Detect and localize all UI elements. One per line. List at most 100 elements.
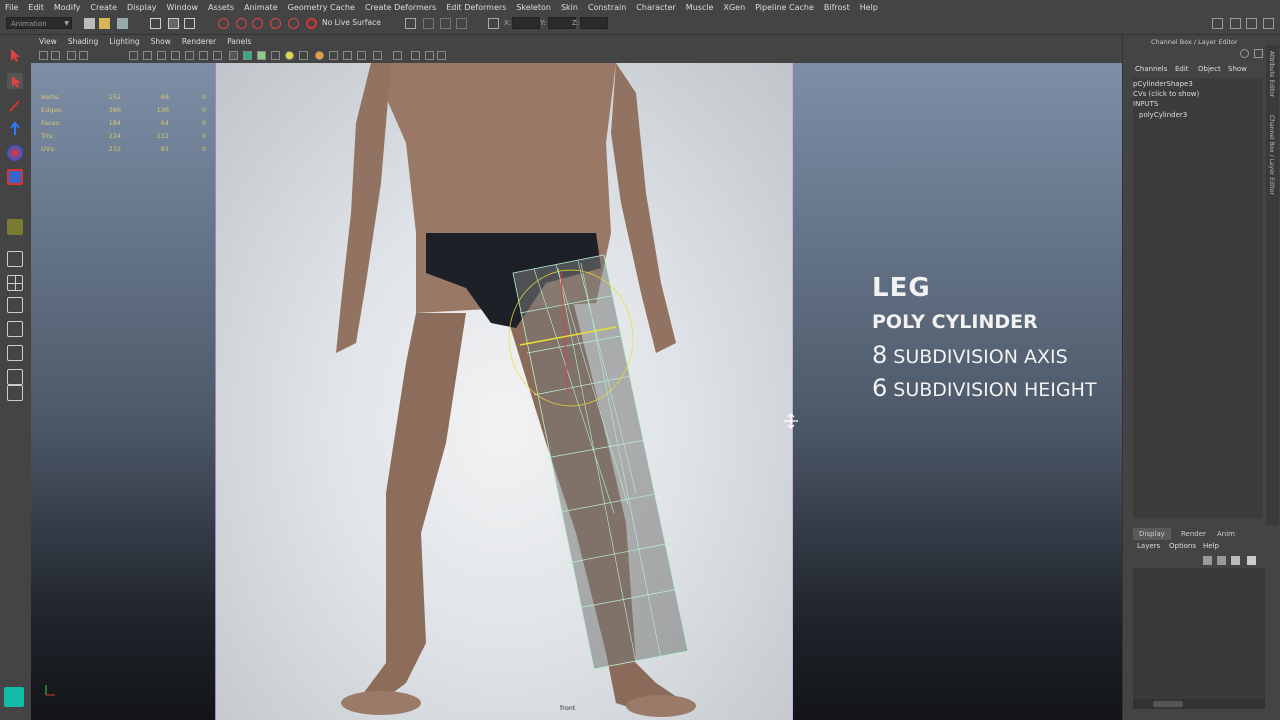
layer-tab-display[interactable]: Display	[1133, 528, 1171, 540]
attribute-editor-toggle-icon[interactable]	[1230, 18, 1241, 29]
menu-constrain[interactable]: Constrain	[588, 3, 626, 12]
viewport-scene[interactable]: Verts: 152 68 0 Edges: 386 136 0 Faces: …	[31, 63, 1122, 720]
tab-attribute-editor[interactable]: Attribute Editor	[1268, 51, 1275, 97]
textured-icon[interactable]	[271, 51, 280, 60]
menu-character[interactable]: Character	[636, 3, 676, 12]
graph-editor-layout-icon[interactable]	[7, 369, 23, 385]
menu-muscle[interactable]: Muscle	[686, 3, 714, 12]
menu-display[interactable]: Display	[127, 3, 157, 12]
tab-channel-box[interactable]: Channel Box / Layer Editor	[1268, 115, 1275, 195]
panel-menu-show[interactable]: Show	[151, 37, 171, 46]
cb-menu-channels[interactable]: Channels	[1135, 65, 1167, 73]
menu-create-deformers[interactable]: Create Deformers	[365, 3, 436, 12]
select-hierarchy-icon[interactable]	[150, 18, 161, 29]
wireframe-on-shaded-icon[interactable]	[257, 51, 266, 60]
resolution-gate-icon[interactable]	[157, 51, 166, 60]
xray-active-icon[interactable]	[411, 51, 420, 60]
safe-action-icon[interactable]	[199, 51, 208, 60]
snap-view-plane-icon[interactable]	[270, 18, 281, 29]
lights-icon[interactable]	[285, 51, 294, 60]
wireframe-icon[interactable]	[229, 51, 238, 60]
smooth-shade-icon[interactable]	[243, 51, 252, 60]
cvs-toggle[interactable]: CVs (click to show)	[1133, 90, 1199, 98]
single-perspective-layout-icon[interactable]	[7, 251, 23, 267]
channel-box-float-icon[interactable]	[1254, 49, 1263, 58]
select-object-icon[interactable]	[168, 18, 179, 29]
persp-graph-layout-icon[interactable]	[7, 297, 23, 313]
scrollbar-thumb[interactable]	[1153, 701, 1183, 707]
menu-help[interactable]: Help	[860, 3, 878, 12]
paint-select-tool-icon[interactable]	[7, 98, 23, 114]
tool-settings-toggle-icon[interactable]	[1246, 18, 1257, 29]
channel-box-settings-icon[interactable]	[1240, 49, 1249, 58]
shelf-editor-icon[interactable]	[4, 687, 24, 707]
menu-skeleton[interactable]: Skeleton	[516, 3, 551, 12]
gate-mask-icon[interactable]	[171, 51, 180, 60]
layer-menu-help[interactable]: Help	[1203, 542, 1219, 550]
shadows-icon[interactable]	[299, 51, 308, 60]
shape-node-name[interactable]: pCylinderShape3	[1133, 80, 1193, 88]
snap-grid-icon[interactable]	[218, 18, 229, 29]
select-camera-icon[interactable]	[39, 51, 48, 60]
panel-menu-lighting[interactable]: Lighting	[109, 37, 139, 46]
cb-menu-show[interactable]: Show	[1228, 65, 1247, 73]
new-layer-icon[interactable]	[1231, 556, 1240, 565]
new-scene-icon[interactable]	[84, 18, 95, 29]
menu-modify[interactable]: Modify	[54, 3, 81, 12]
xray-joints-icon[interactable]	[425, 51, 434, 60]
menu-pipeline-cache[interactable]: Pipeline Cache	[755, 3, 814, 12]
safe-title-icon[interactable]	[213, 51, 222, 60]
cb-menu-object[interactable]: Object	[1198, 65, 1221, 73]
menu-edit[interactable]: Edit	[28, 3, 44, 12]
move-layer-up-icon[interactable]	[1203, 556, 1212, 565]
persp-outliner-layout-icon[interactable]	[7, 321, 23, 337]
z-field[interactable]	[580, 17, 608, 29]
menu-geometry-cache[interactable]: Geometry Cache	[288, 3, 355, 12]
history-node[interactable]: polyCylinder3	[1139, 111, 1187, 119]
film-gate-icon[interactable]	[143, 51, 152, 60]
lasso-tool-icon[interactable]	[7, 73, 23, 89]
camera-attributes-icon[interactable]	[51, 51, 60, 60]
anti-aliasing-icon[interactable]	[343, 51, 352, 60]
scale-tool-icon[interactable]	[7, 169, 23, 185]
channel-box-toggle-icon[interactable]	[1263, 18, 1274, 29]
menu-file[interactable]: File	[5, 3, 18, 12]
render-icon[interactable]	[405, 18, 416, 29]
make-live-icon[interactable]	[306, 18, 317, 29]
motion-blur-icon[interactable]	[329, 51, 338, 60]
modeling-toolkit-icon[interactable]	[1212, 18, 1223, 29]
menu-assets[interactable]: Assets	[208, 3, 234, 12]
menu-window[interactable]: Window	[167, 3, 199, 12]
ambient-occlusion-icon[interactable]	[315, 51, 324, 60]
select-tool-icon[interactable]	[7, 47, 23, 63]
hypershade-layout-icon[interactable]	[7, 385, 23, 401]
layer-tab-render[interactable]: Render	[1175, 528, 1212, 540]
last-tool-icon[interactable]	[7, 219, 23, 235]
panel-menu-renderer[interactable]: Renderer	[182, 37, 216, 46]
panel-menu-panels[interactable]: Panels	[227, 37, 251, 46]
snap-curve-icon[interactable]	[236, 18, 247, 29]
layer-list-scrollbar[interactable]	[1133, 699, 1265, 709]
x-field[interactable]	[512, 17, 540, 29]
bookmarks-icon[interactable]	[67, 51, 76, 60]
four-view-layout-icon[interactable]	[7, 275, 23, 291]
image-plane-icon[interactable]	[79, 51, 88, 60]
menu-edit-deformers[interactable]: Edit Deformers	[446, 3, 506, 12]
grid-toggle-icon[interactable]	[129, 51, 138, 60]
panel-menu-view[interactable]: View	[39, 37, 57, 46]
move-layer-down-icon[interactable]	[1217, 556, 1226, 565]
select-component-icon[interactable]	[184, 18, 195, 29]
new-layer-selected-icon[interactable]	[1247, 556, 1256, 565]
outliner-layout-icon[interactable]	[7, 345, 23, 361]
open-scene-icon[interactable]	[99, 18, 110, 29]
layer-menu-options[interactable]: Options	[1169, 542, 1196, 550]
save-scene-icon[interactable]	[117, 18, 128, 29]
rotate-tool-icon[interactable]	[7, 145, 23, 161]
cb-menu-edit[interactable]: Edit	[1175, 65, 1189, 73]
move-tool-icon[interactable]	[7, 121, 23, 137]
hypershade-icon[interactable]	[456, 18, 467, 29]
menu-animate[interactable]: Animate	[244, 3, 278, 12]
menu-set-selector[interactable]: Animation ▼	[6, 17, 72, 29]
menu-bifrost[interactable]: Bifrost	[824, 3, 850, 12]
menu-skin[interactable]: Skin	[561, 3, 578, 12]
